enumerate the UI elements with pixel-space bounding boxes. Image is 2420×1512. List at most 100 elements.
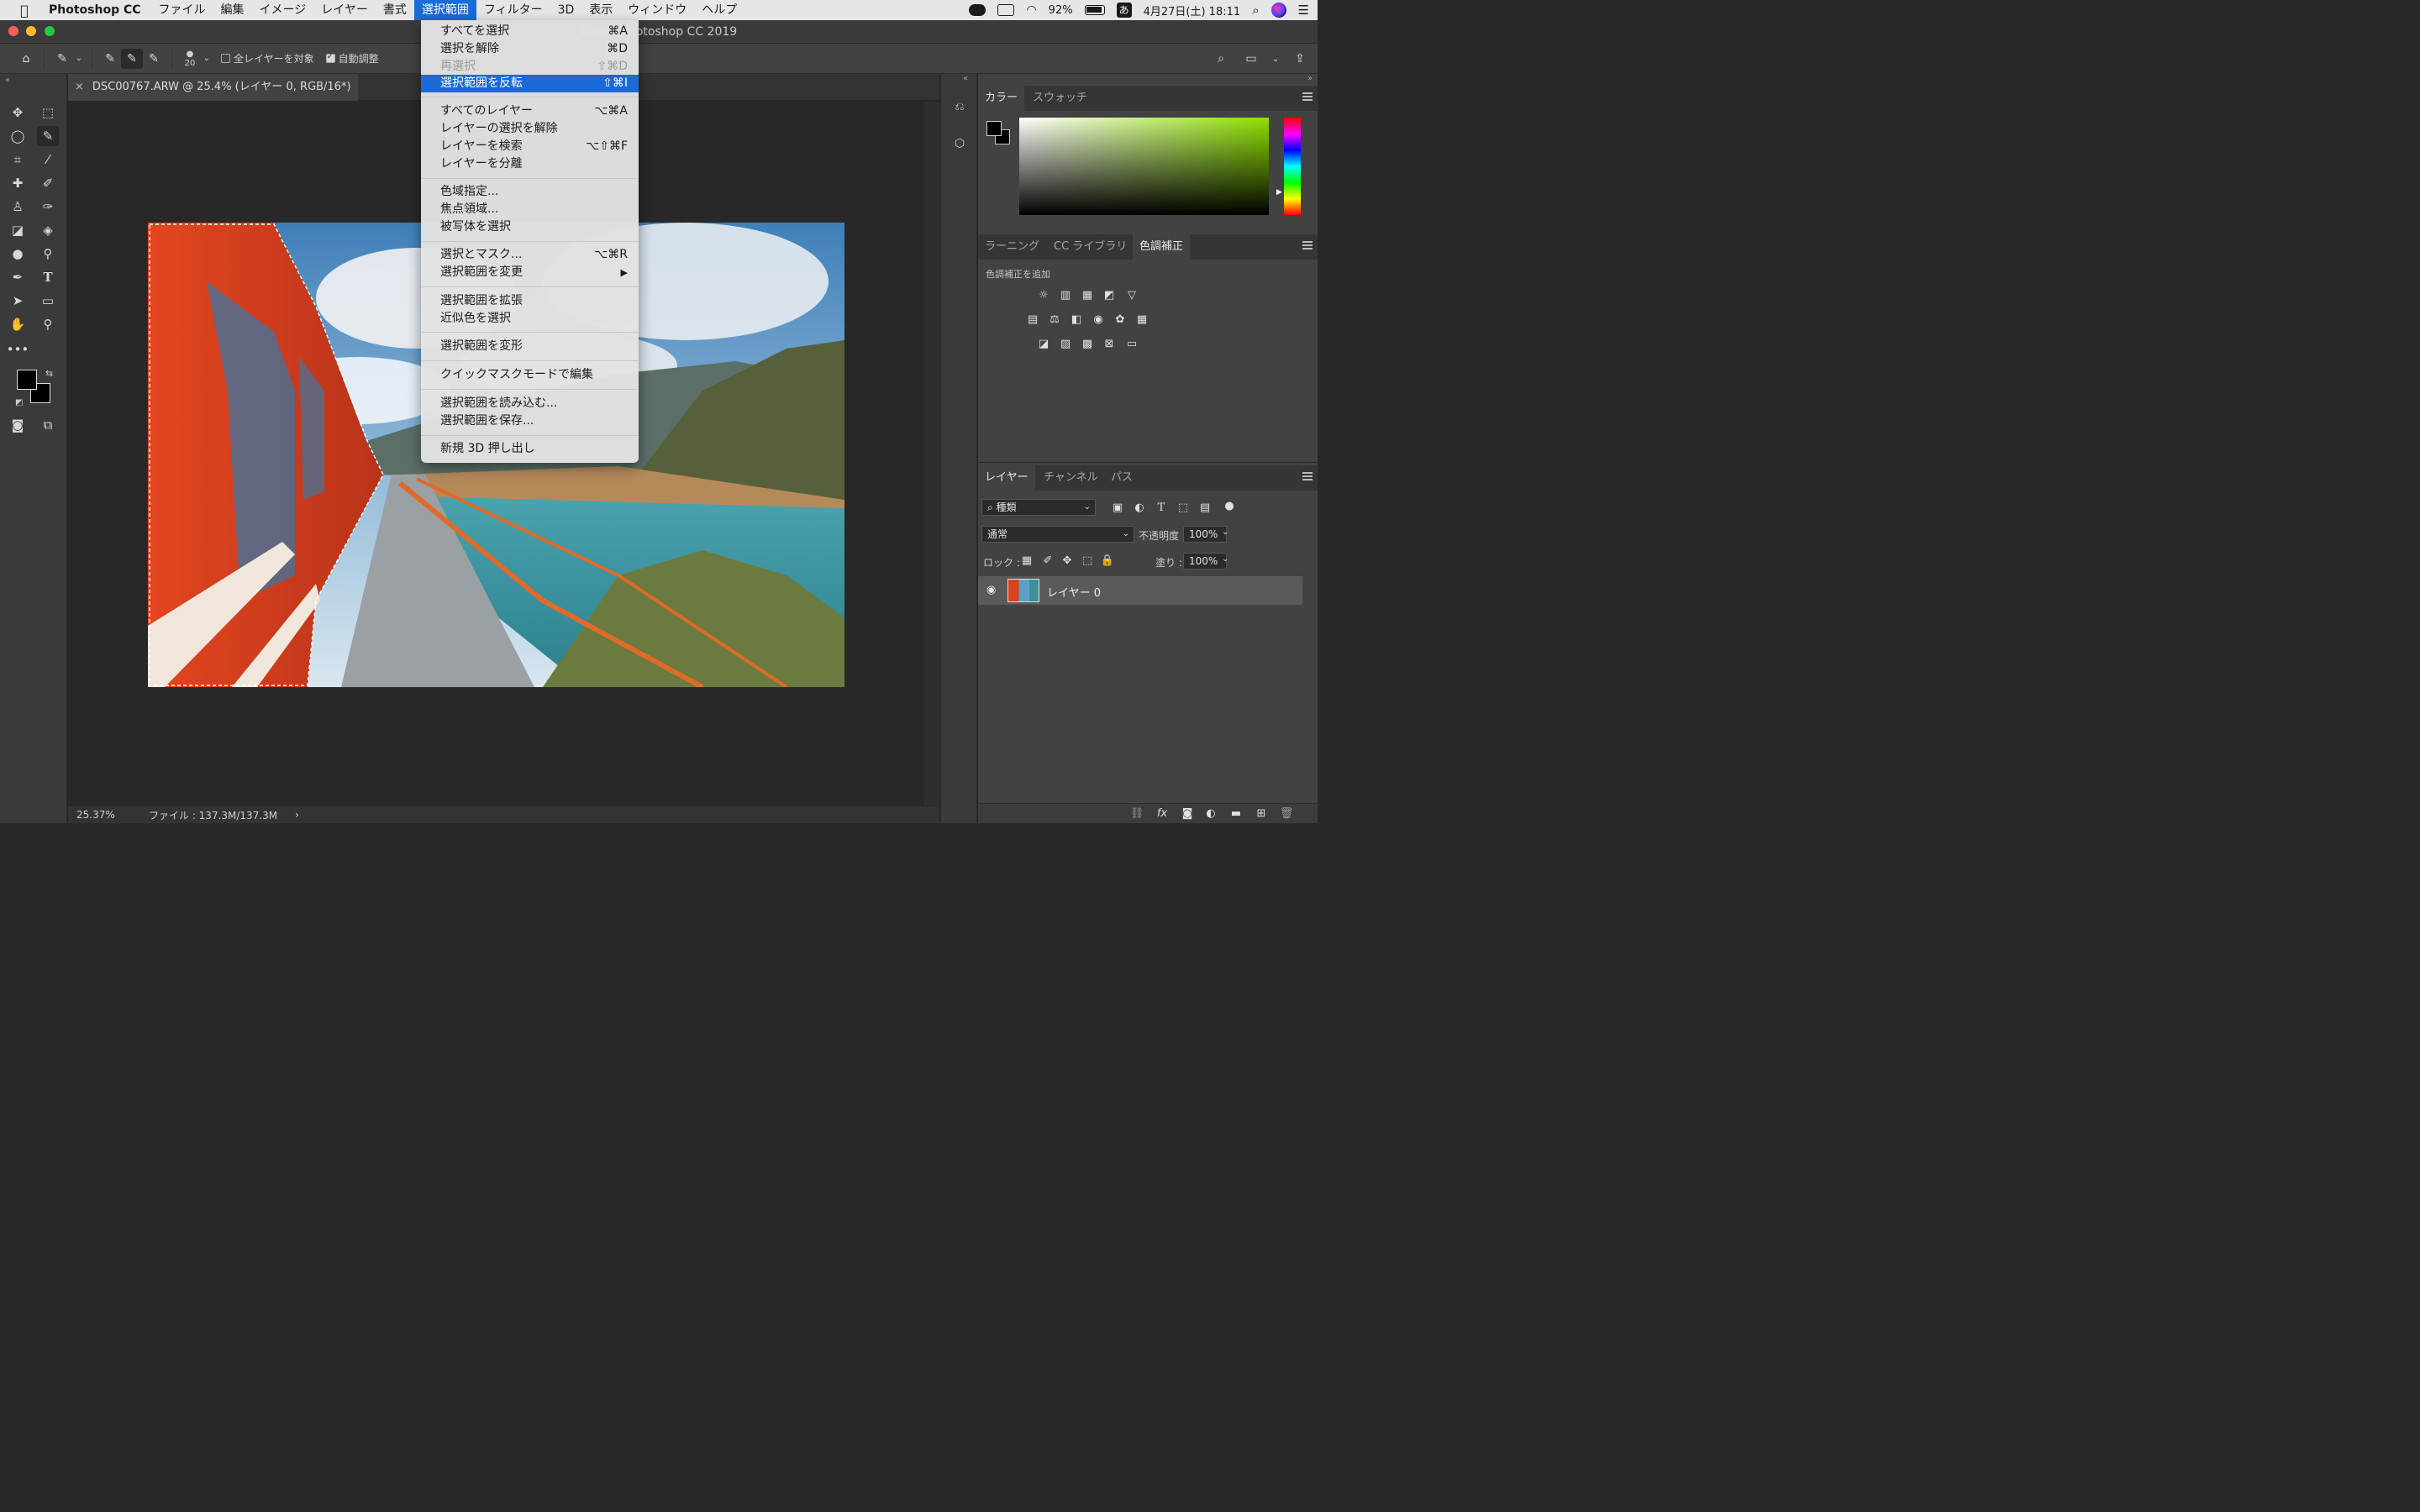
tab-paths[interactable]: パス [1104,465,1139,491]
layer-row[interactable]: ◉ レイヤー 0 [978,576,1302,605]
3d-panel-icon[interactable]: ⬡ [950,134,969,153]
more-tools-icon[interactable]: ••• [7,339,29,360]
vertical-scrollbar[interactable] [924,102,939,806]
menu-layer[interactable]: レイヤー [313,0,376,20]
tab-swatches[interactable]: スウォッチ [1026,86,1094,111]
lock-all-icon[interactable]: 🔒 [1100,554,1115,568]
wifi-icon[interactable]: ◠ [1026,3,1036,17]
curves-icon[interactable]: ▦ [1080,289,1095,302]
menu-item-transform-selection[interactable]: 選択範囲を変形 [421,338,639,355]
hue-slider[interactable] [1284,118,1301,215]
subtract-from-selection-icon[interactable]: ✎ [143,49,165,69]
document-tab[interactable]: × DSC00767.ARW @ 25.4% (レイヤー 0, RGB/16*) … [68,74,358,120]
healing-brush-tool-icon[interactable]: ✚ [7,173,29,193]
foreground-color-swatch[interactable] [17,370,37,390]
screen-mode-icon[interactable]: ⧉ [37,415,59,435]
add-mask-icon[interactable]: ◙ [1180,807,1195,821]
tab-color[interactable]: カラー [978,86,1025,111]
visibility-eye-icon[interactable]: ◉ [986,584,996,596]
tab-adjustments[interactable]: 色調補正 [1133,234,1191,260]
filter-type-layers-icon[interactable]: T [1154,501,1169,515]
menu-item-load-selection[interactable]: 選択範囲を読み込む... [421,395,639,412]
tab-channels[interactable]: チャンネル [1037,465,1105,491]
selective-color-icon[interactable]: ⊠ [1102,338,1117,351]
fx-icon[interactable]: fx [1155,807,1170,821]
filter-pixel-layers-icon[interactable]: ▣ [1110,501,1125,515]
filter-toggle-icon[interactable]: ● [1222,500,1237,513]
eraser-tool-icon[interactable]: ◪ [7,220,29,240]
quick-selection-tool-icon[interactable]: ✎ [37,126,59,146]
threshold-icon[interactable]: ▩ [1080,338,1095,351]
menu-file[interactable]: ファイル [151,0,213,20]
blend-mode-select[interactable]: 通常 ⌄ [981,526,1134,543]
chevron-down-icon[interactable]: ⌄ [1222,554,1228,564]
menu-window[interactable]: ウィンドウ [620,0,694,20]
color-balance-icon[interactable]: ⚖ [1047,313,1062,327]
lasso-tool-icon[interactable]: ◯ [7,126,29,146]
panel-menu-icon[interactable] [1302,92,1313,101]
layer-filter-kind-select[interactable]: ⌕ 種類 ⌄ [981,499,1096,516]
menu-item-quick-mask[interactable]: クイックマスクモードで編集 [421,366,639,384]
marquee-tool-icon[interactable]: ⬚ [37,102,59,123]
chevron-down-icon[interactable]: ⌄ [201,49,213,69]
menu-item-deselect-layers[interactable]: レイヤーの選択を解除 [421,120,639,138]
chevron-down-icon[interactable]: ⌄ [73,49,85,69]
chevron-down-icon[interactable]: ⌄ [1222,528,1228,537]
menu-image[interactable]: イメージ [252,0,314,20]
tab-cc-libraries[interactable]: CC ライブラリ [1047,234,1134,260]
tab-learn[interactable]: ラーニング [978,234,1046,260]
rectangle-tool-icon[interactable]: ▭ [37,291,59,311]
history-brush-tool-icon[interactable]: ✑ [37,197,59,217]
crop-tool-icon[interactable]: ⌗ [7,150,29,170]
airplay-icon[interactable] [997,4,1015,16]
hue-saturation-icon[interactable]: ▤ [1025,313,1040,327]
lock-position-icon[interactable]: ✥ [1060,554,1075,568]
auto-enhance-checkbox[interactable]: 自動調整 [325,51,379,66]
status-menu-arrow-icon[interactable]: › [295,809,299,821]
app-menu[interactable]: Photoshop CC [49,3,141,17]
quick-mask-icon[interactable]: ◙ [7,415,29,435]
panel-menu-icon[interactable] [1302,472,1313,480]
menu-item-grow[interactable]: 選択範囲を拡張 [421,292,639,310]
clone-stamp-tool-icon[interactable]: ♙ [7,197,29,217]
input-method-icon[interactable]: あ [1116,3,1132,18]
expand-icon[interactable]: » [1307,74,1313,83]
menu-help[interactable]: ヘルプ [694,0,744,20]
paint-bucket-tool-icon[interactable]: ◈ [37,220,59,240]
notification-center-icon[interactable]: ☰ [1298,3,1309,18]
filter-shape-layers-icon[interactable]: ⬚ [1176,501,1191,515]
menu-item-select-all[interactable]: すべてを選択 ⌘A [421,23,639,40]
menu-item-select-and-mask[interactable]: 選択とマスク... ⌥⌘R [421,246,639,264]
invert-icon[interactable]: ◪ [1036,338,1051,351]
move-tool-icon[interactable]: ✥ [7,102,29,123]
history-panel-icon[interactable]: ⎌ [950,97,969,116]
foreground-color-chip[interactable] [986,121,1002,136]
close-tab-icon[interactable]: × [75,81,84,93]
collapse-icon[interactable]: « [5,76,10,85]
trash-icon[interactable]: 🗑 [1279,807,1294,821]
black-white-icon[interactable]: ◧ [1069,313,1084,327]
hand-tool-icon[interactable]: ✋ [7,314,29,334]
opacity-input[interactable]: 100% [1183,526,1227,543]
menu-item-isolate-layers[interactable]: レイヤーを分離 [421,155,639,173]
menu-item-similar[interactable]: 近似色を選択 [421,310,639,328]
exposure-icon[interactable]: ◩ [1102,289,1117,302]
color-lookup-icon[interactable]: ▦ [1134,313,1150,327]
menu-item-inverse[interactable]: 選択範囲を反転 ⇧⌘I [421,75,639,92]
apple-icon[interactable]:  [8,3,40,18]
lock-image-pixels-icon[interactable]: ✐ [1040,554,1055,568]
new-layer-icon[interactable]: ⊞ [1254,807,1269,821]
tab-layers[interactable]: レイヤー [978,465,1035,491]
workspace-icon[interactable]: ▭ [1240,49,1262,69]
menu-select[interactable]: 選択範囲 [413,0,476,20]
quick-select-preset-icon[interactable]: ✎ [51,49,73,69]
sample-all-layers-checkbox[interactable]: 全レイヤーを対象 [221,51,314,66]
menu-item-select-subject[interactable]: 被写体を選択 [421,218,639,236]
zoom-level[interactable]: 25.37% [76,809,127,821]
type-tool-icon[interactable]: T [37,267,59,287]
eyedropper-tool-icon[interactable]: ⁄ [37,150,59,170]
dodge-tool-icon[interactable]: ⚲ [37,244,59,264]
spotlight-icon[interactable]: ⌕ [1252,3,1259,18]
filter-adjustment-layers-icon[interactable]: ◐ [1132,501,1147,515]
brush-size-picker[interactable]: ● 20 [179,50,201,68]
